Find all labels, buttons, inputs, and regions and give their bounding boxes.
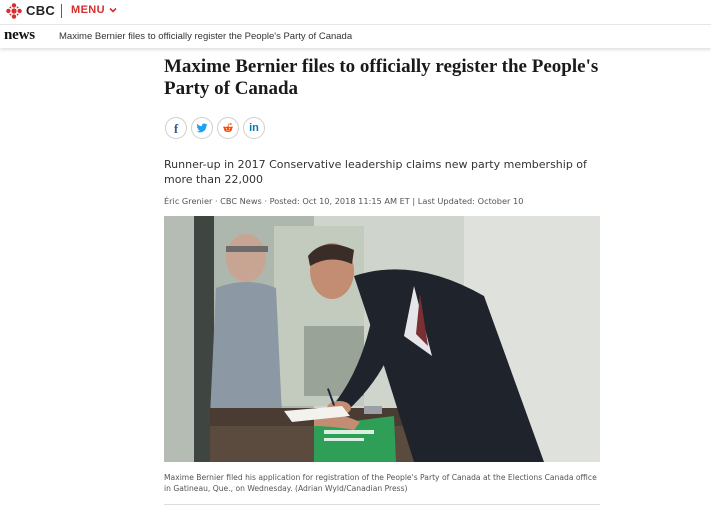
byline: Éric Grenier · CBC News · Posted: Oct 10… [164, 196, 524, 206]
news-section-link[interactable]: news [4, 27, 35, 44]
share-reddit-button[interactable] [217, 117, 239, 139]
share-toolbar: f in [165, 117, 265, 139]
reddit-icon [223, 123, 233, 132]
twitter-icon [196, 123, 208, 133]
photo-illustration [164, 216, 600, 462]
cbc-wordmark[interactable]: CBC [26, 3, 55, 18]
caption-divider [164, 504, 600, 505]
article-subtitle: Runner-up in 2017 Conservative leadershi… [164, 158, 587, 186]
facebook-icon: f [173, 120, 179, 136]
share-twitter-button[interactable] [191, 117, 213, 139]
share-linkedin-button[interactable]: in [243, 117, 265, 139]
photo-caption: Maxime Bernier filed his application for… [164, 473, 597, 493]
sticky-headline: Maxime Bernier files to officially regis… [59, 31, 353, 42]
cbc-gem-logo-icon[interactable] [6, 3, 22, 19]
top-navigation-bar: CBC MENU [0, 0, 711, 22]
menu-label: MENU [71, 4, 105, 16]
section-bar: news Maxime Bernier files to officially … [0, 24, 711, 48]
menu-button[interactable]: MENU [71, 4, 117, 16]
share-facebook-button[interactable]: f [165, 117, 187, 139]
chevron-down-icon [109, 7, 117, 13]
linkedin-icon: in [249, 121, 259, 134]
page-title: Maxime Bernier files to officially regis… [164, 56, 599, 99]
article-photo [164, 216, 600, 462]
topbar-divider [61, 4, 62, 18]
